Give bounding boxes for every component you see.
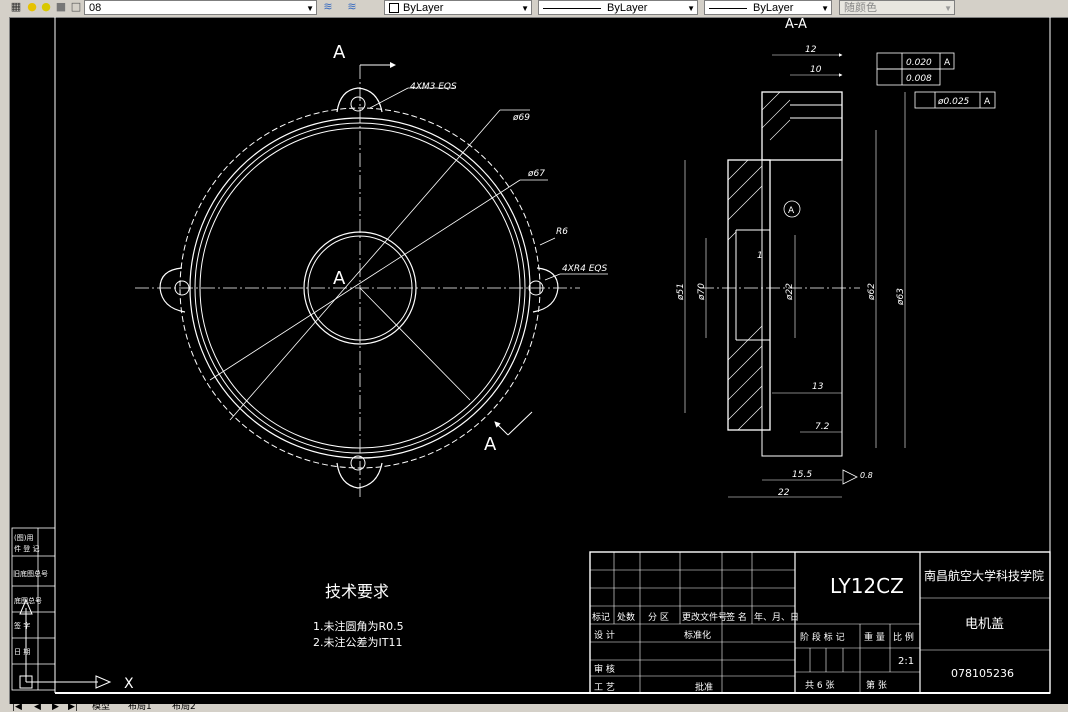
- tb-weight-label: 重 量: [864, 631, 885, 643]
- color-swatch-icon[interactable]: □: [70, 1, 82, 13]
- dim-10: 10: [810, 65, 822, 75]
- linetype-sample: [543, 7, 601, 9]
- datum-2: A: [984, 97, 991, 107]
- dim-dia-69: ø69: [512, 113, 530, 123]
- tolerance-2: 0.008: [906, 74, 932, 84]
- tech-req-2: 2.未注公差为IT11: [313, 635, 402, 649]
- tb-sheets-total: 共 6 张: [805, 680, 834, 691]
- scale-value: 2:1: [898, 656, 914, 667]
- tab-nav-prev-icon[interactable]: ◀: [34, 703, 41, 712]
- roughness-value: 0.8: [860, 471, 873, 480]
- hole-callout: 4XM3 EQS: [410, 82, 457, 92]
- drawing-number: 078105236: [951, 667, 1014, 680]
- radius-callout: 4XR4 EQS: [562, 264, 608, 274]
- tb-date-label: 年、月、日: [754, 611, 799, 623]
- tb-stage-label: 阶 段 标 记: [800, 631, 845, 643]
- dim-dia-22: ø22: [785, 283, 795, 301]
- dim-13: 13: [812, 382, 824, 392]
- tech-req-title: 技术要求: [325, 582, 389, 601]
- tb-review-label: 审 核: [594, 663, 615, 675]
- side-label-1: (图)用: [14, 534, 33, 542]
- tab-nav-last-icon[interactable]: ▶|: [68, 703, 78, 712]
- section-view: [684, 52, 996, 498]
- lineweight-select[interactable]: ByLayer ▼: [704, 0, 832, 15]
- tab-model[interactable]: 模型: [92, 703, 110, 712]
- sun-icon[interactable]: ●: [40, 1, 52, 13]
- draw-toolbar: [0, 17, 10, 704]
- section-title: A-A: [785, 17, 807, 32]
- make-current-icon[interactable]: ≋: [322, 1, 334, 13]
- school-name: 南昌航空大学科技学院: [924, 568, 1044, 583]
- tab-layout1[interactable]: 布局1: [128, 703, 152, 712]
- side-label-2: 件 登 记: [14, 544, 39, 553]
- bulb-icon[interactable]: ●: [26, 1, 38, 13]
- chevron-down-icon: ▼: [687, 4, 695, 13]
- title-block-labels: LY12CZ 南昌航空大学科技学院 电机盖 078105236 2:1 标记 处…: [592, 568, 1044, 693]
- tb-design-label: 设 计: [594, 629, 615, 641]
- tolerance-3: ø0.025: [937, 97, 970, 107]
- tb-process-label: 工 艺: [594, 682, 615, 693]
- tb-count-label: 处数: [617, 611, 635, 623]
- section-marker-center: A: [333, 268, 346, 289]
- dim-1: 1: [757, 251, 763, 261]
- chevron-down-icon: ▼: [521, 4, 529, 13]
- tab-layout2[interactable]: 布局2: [172, 703, 196, 712]
- dim-dia-70: ø70: [697, 283, 707, 301]
- tb-sheet-no: 第 张: [866, 679, 887, 691]
- material: LY12CZ: [830, 574, 904, 598]
- section-view-labels: A-A 12 10 0.020 A 0.008 ø0.025 A A 1 13 …: [676, 17, 991, 498]
- part-name: 电机盖: [965, 617, 1004, 632]
- layout-tabs-bar: |◀ ◀ ▶ ▶| 模型 布局1 布局2: [0, 703, 1068, 712]
- tab-nav-first-icon[interactable]: |◀: [12, 703, 22, 712]
- lineweight-sample: [709, 7, 747, 9]
- tb-standardize-label: 标准化: [684, 629, 711, 641]
- front-view: [135, 62, 608, 500]
- dim-12: 12: [805, 45, 817, 55]
- dim-15-5: 15.5: [792, 470, 812, 480]
- side-label-6: 日 期: [14, 648, 30, 656]
- section-marker-top: A: [333, 42, 346, 63]
- tolerance-1: 0.020: [906, 58, 932, 68]
- lock-icon[interactable]: ■: [55, 1, 67, 13]
- tb-sign-label: 签 名: [726, 611, 747, 623]
- dim-dia-67: ø67: [527, 169, 545, 179]
- ucs-x-label: X: [124, 676, 134, 692]
- tb-zone-label: 分 区: [648, 612, 669, 623]
- tb-scale-label: 比 例: [893, 631, 914, 643]
- color-select[interactable]: ByLayer ▼: [384, 0, 532, 15]
- side-label-5: 签 字: [14, 621, 30, 630]
- tb-change-doc-label: 更改文件号: [682, 611, 727, 623]
- datum-a-circle: A: [788, 206, 795, 216]
- tab-nav-next-icon[interactable]: ▶: [52, 703, 59, 712]
- datum-1: A: [944, 58, 951, 68]
- dim-dia-63: ø63: [896, 288, 906, 306]
- tb-mark-label: 标记: [592, 611, 610, 623]
- side-label-4: 底图总号: [14, 596, 42, 605]
- section-marker-bottom: A: [484, 434, 497, 455]
- layer-select[interactable]: 08 ▼: [84, 0, 317, 15]
- chevron-down-icon: ▼: [821, 4, 829, 13]
- ucs-icon: [19, 598, 112, 689]
- layer-previous-icon[interactable]: ≋: [346, 1, 358, 13]
- dim-dia-51: ø51: [676, 283, 686, 301]
- front-view-labels: A A A 4XM3 EQS ø69 ø67 R6 4XR4 EQS: [333, 42, 608, 455]
- layer-manager-icon[interactable]: ▦: [10, 1, 22, 13]
- chevron-down-icon: ▼: [306, 4, 314, 13]
- dim-7-2: 7.2: [815, 422, 830, 432]
- dim-22: 22: [778, 488, 790, 498]
- plot-style-select: 随颜色 ▼: [839, 0, 955, 15]
- side-label-3: 旧底图总号: [13, 569, 48, 578]
- chevron-down-icon: ▼: [944, 4, 952, 13]
- color-box-icon: [389, 3, 399, 14]
- dim-radius-6: R6: [556, 227, 568, 237]
- tb-approve-label: 批准: [695, 681, 713, 693]
- drawing-canvas[interactable]: A A A 4XM3 EQS ø69 ø67 R6 4XR4 EQS A-A 1…: [10, 17, 1068, 704]
- technical-requirements: 技术要求 1.未注圆角为R0.5 2.未注公差为IT11: [313, 582, 404, 649]
- properties-toolbar: ▦ ● ● ■ □ 08 ▼ ≋ ≋ ByLayer ▼ ByLayer ▼ B…: [0, 0, 1068, 18]
- linetype-select[interactable]: ByLayer ▼: [538, 0, 698, 15]
- dim-dia-62: ø62: [867, 283, 877, 301]
- tech-req-1: 1.未注圆角为R0.5: [313, 619, 404, 633]
